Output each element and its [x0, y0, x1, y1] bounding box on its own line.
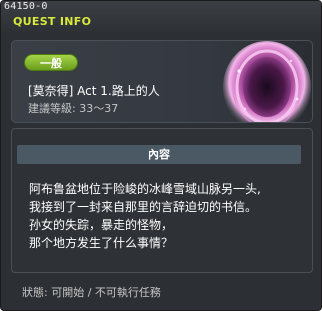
- content-section-header: 內容: [17, 145, 301, 164]
- description-line: 我接到了一封来自那里的言辞迫切的书信。: [29, 200, 258, 214]
- window-title: QUEST INFO: [13, 15, 92, 28]
- description-line: 孙女的失踪，暴走的怪物，: [29, 218, 174, 232]
- quest-description: 阿布鲁盆地位于险峻的冰峰雪域山脉另一头, 我接到了一封来自那里的言辞迫切的书信。…: [29, 180, 309, 252]
- quest-content: 內容 阿布鲁盆地位于险峻的冰峰雪域山脉另一头, 我接到了一封来自那里的言辞迫切的…: [11, 128, 313, 273]
- description-line: 阿布鲁盆地位于险峻的冰峰雪域山脉另一头,: [29, 182, 261, 196]
- recommended-level: 建議等級: 33～37: [28, 102, 119, 115]
- window-titlebar[interactable]: 64150-0 QUEST INFO: [1, 1, 321, 35]
- quest-id: 64150-0: [4, 1, 48, 12]
- quest-header: 一般 [莫奈得] Act 1.路上的人 建議等級: 33～37: [11, 40, 313, 123]
- quest-category-badge: 一般: [24, 54, 78, 71]
- description-line: 那个地方发生了什么事情？: [29, 236, 174, 250]
- quest-status: 狀態: 可開始 / 不可執行任務: [22, 286, 161, 299]
- portal-illustration: [223, 41, 311, 122]
- quest-info-window: 64150-0 QUEST INFO 一般 [莫奈得] Act 1.路上的人 建…: [0, 0, 322, 311]
- quest-name: [莫奈得] Act 1.路上的人: [28, 84, 160, 98]
